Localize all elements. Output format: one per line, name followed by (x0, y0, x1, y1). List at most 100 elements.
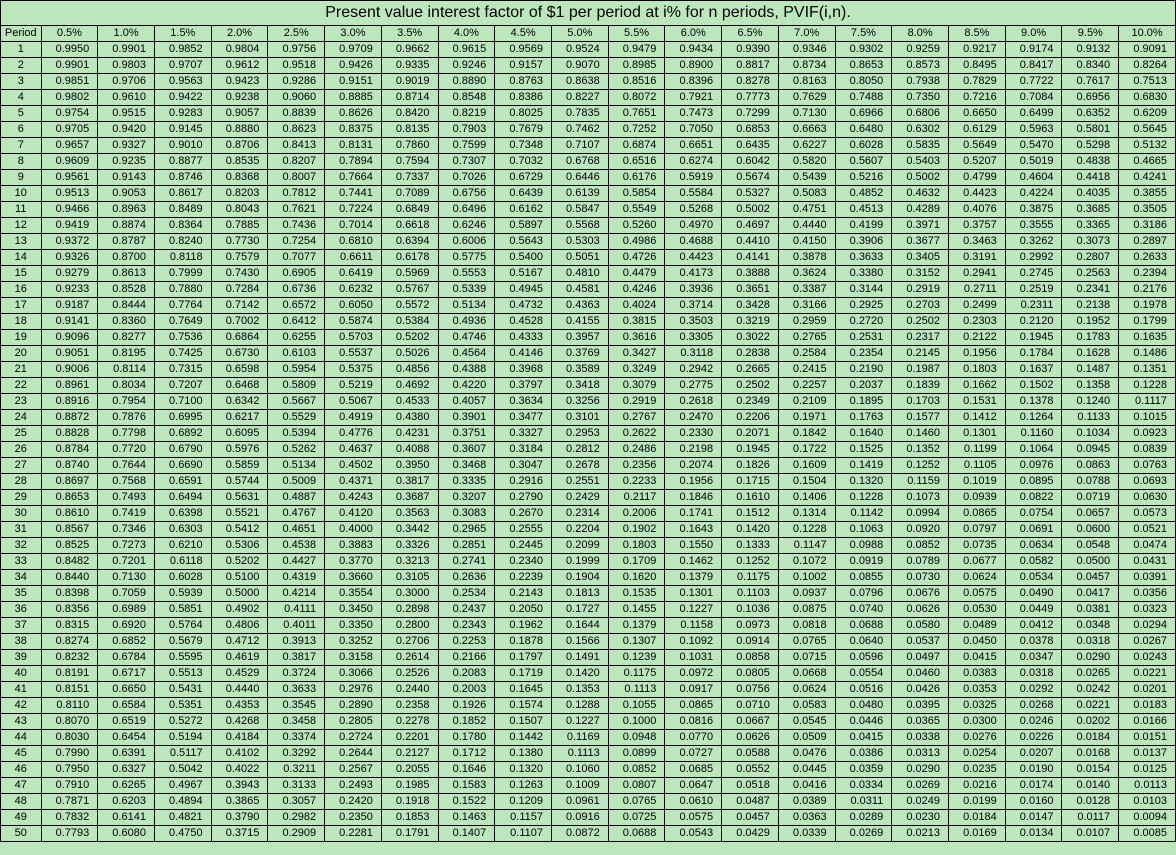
value-cell: 0.3751 (438, 426, 495, 442)
value-cell: 0.7100 (154, 394, 211, 410)
value-cell: 0.8784 (41, 442, 98, 458)
value-cell: 0.7954 (98, 394, 155, 410)
rate-header: 2.5% (268, 26, 325, 42)
value-cell: 0.3350 (325, 618, 382, 634)
period-cell: 41 (1, 682, 42, 698)
value-cell: 0.6806 (892, 106, 949, 122)
value-cell: 0.2706 (381, 634, 438, 650)
value-cell: 0.0487 (722, 794, 779, 810)
value-cell: 0.0948 (608, 730, 665, 746)
value-cell: 0.1803 (608, 538, 665, 554)
table-row: 240.88720.78760.69950.62170.55290.49190.… (1, 410, 1176, 426)
value-cell: 0.8240 (154, 234, 211, 250)
value-cell: 0.1574 (495, 698, 552, 714)
value-cell: 0.3211 (268, 762, 325, 778)
value-cell: 0.1535 (608, 586, 665, 602)
value-cell: 0.8617 (154, 186, 211, 202)
value-cell: 0.7594 (381, 154, 438, 170)
value-cell: 0.6849 (381, 202, 438, 218)
value-cell: 0.7793 (41, 826, 98, 842)
value-cell: 0.5431 (154, 682, 211, 698)
value-cell: 0.8219 (438, 106, 495, 122)
value-cell: 0.4214 (268, 586, 325, 602)
value-cell: 0.0973 (722, 618, 779, 634)
value-cell: 0.2437 (438, 602, 495, 618)
value-cell: 0.9609 (41, 154, 98, 170)
value-cell: 0.1978 (1119, 298, 1176, 314)
value-cell: 0.1009 (551, 778, 608, 794)
value-cell: 0.0313 (892, 746, 949, 762)
value-cell: 0.0490 (1005, 586, 1062, 602)
value-cell: 0.7798 (98, 426, 155, 442)
value-cell: 0.4011 (268, 618, 325, 634)
value-cell: 0.2349 (722, 394, 779, 410)
value-cell: 0.1117 (1119, 394, 1176, 410)
table-row: 30.98510.97060.95630.94230.92860.91510.9… (1, 74, 1176, 90)
value-cell: 0.1722 (778, 442, 835, 458)
value-cell: 0.1507 (495, 714, 552, 730)
value-cell: 0.9569 (495, 42, 552, 58)
table-row: 160.92330.85280.78800.72840.67360.62320.… (1, 282, 1176, 298)
value-cell: 0.9238 (211, 90, 268, 106)
value-cell: 0.1813 (551, 586, 608, 602)
value-cell: 0.2909 (268, 826, 325, 842)
value-cell: 0.2790 (495, 490, 552, 506)
value-cell: 0.3468 (438, 458, 495, 474)
value-cell: 0.6176 (608, 170, 665, 186)
value-cell: 0.3213 (381, 554, 438, 570)
value-cell: 0.6995 (154, 410, 211, 426)
value-cell: 0.0600 (1062, 522, 1119, 538)
value-cell: 0.8050 (835, 74, 892, 90)
value-cell: 0.4333 (495, 330, 552, 346)
value-cell: 0.5298 (1062, 138, 1119, 154)
value-cell: 0.6989 (98, 602, 155, 618)
value-cell: 0.3219 (722, 314, 779, 330)
value-cell: 0.7130 (778, 106, 835, 122)
value-cell: 0.8714 (381, 90, 438, 106)
value-cell: 0.9283 (154, 106, 211, 122)
value-cell: 0.4241 (1119, 170, 1176, 186)
value-cell: 0.7107 (551, 138, 608, 154)
value-cell: 0.8963 (98, 202, 155, 218)
value-cell: 0.0575 (949, 586, 1006, 602)
value-cell: 0.0235 (949, 762, 1006, 778)
value-cell: 0.2499 (949, 298, 1006, 314)
value-cell: 0.7829 (949, 74, 1006, 90)
value-cell: 0.1199 (949, 442, 1006, 458)
value-cell: 0.1252 (722, 554, 779, 570)
value-cell: 0.5764 (154, 618, 211, 634)
value-cell: 0.6790 (154, 442, 211, 458)
value-cell: 0.6572 (268, 298, 325, 314)
value-cell: 0.2534 (438, 586, 495, 602)
value-cell: 0.1002 (778, 570, 835, 586)
value-cell: 0.0634 (1005, 538, 1062, 554)
value-cell: 0.3943 (211, 778, 268, 794)
value-cell: 0.8740 (41, 458, 98, 474)
value-cell: 0.6650 (98, 682, 155, 698)
value-cell: 0.5851 (154, 602, 211, 618)
value-cell: 0.8386 (495, 90, 552, 106)
value-cell: 0.1063 (835, 522, 892, 538)
value-cell: 0.5327 (722, 186, 779, 202)
value-cell: 0.1987 (892, 362, 949, 378)
value-cell: 0.2445 (495, 538, 552, 554)
value-cell: 0.2204 (551, 522, 608, 538)
value-cell: 0.1352 (892, 442, 949, 458)
value-cell: 0.1072 (778, 554, 835, 570)
value-cell: 0.5820 (778, 154, 835, 170)
value-cell: 0.3405 (892, 250, 949, 266)
value-cell: 0.1060 (551, 762, 608, 778)
value-cell: 0.7990 (41, 746, 98, 762)
value-cell: 0.4479 (608, 266, 665, 282)
value-cell: 0.3262 (1005, 234, 1062, 250)
value-cell: 0.0184 (949, 810, 1006, 826)
value-cell: 0.5134 (438, 298, 495, 314)
value-cell: 0.5549 (608, 202, 665, 218)
value-cell: 0.1227 (665, 602, 722, 618)
value-cell: 0.7910 (41, 778, 98, 794)
value-cell: 0.8207 (268, 154, 325, 170)
value-cell: 0.0365 (892, 714, 949, 730)
value-cell: 0.3079 (608, 378, 665, 394)
value-cell: 0.4529 (211, 666, 268, 682)
value-cell: 0.4199 (835, 218, 892, 234)
